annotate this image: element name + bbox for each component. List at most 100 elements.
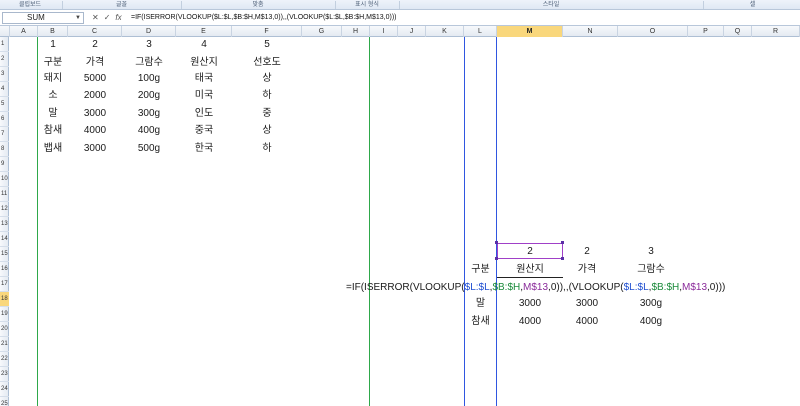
cell[interactable]: 3000 (68, 141, 122, 156)
column-header-d[interactable]: D (122, 26, 176, 37)
cell[interactable]: 5000 (68, 71, 122, 86)
row-header[interactable]: 15 (0, 247, 9, 262)
cell[interactable]: 300g (618, 296, 684, 311)
cell[interactable]: 상 (232, 71, 302, 86)
column-header-f[interactable]: F (232, 26, 302, 37)
row-header[interactable]: 17 (0, 277, 9, 292)
cell[interactable]: 중 (232, 106, 302, 121)
column-header-m[interactable]: M (497, 26, 563, 37)
cell[interactable]: 말 (38, 106, 68, 121)
cell[interactable]: 4000 (563, 314, 611, 329)
in-cell-formula-editor[interactable]: =IF(ISERROR(VLOOKUP($L:$L,$B:$H,M$13,0))… (346, 280, 725, 295)
cell[interactable]: 3 (122, 37, 176, 52)
cell[interactable]: 3 (618, 244, 684, 259)
cell[interactable]: 원산지 (497, 262, 563, 277)
column-header-b[interactable]: B (38, 26, 68, 37)
column-header-a[interactable]: A (10, 26, 38, 37)
column-header-corner[interactable] (0, 26, 10, 37)
row-header[interactable]: 7 (0, 127, 9, 142)
column-header-i[interactable]: I (370, 26, 398, 37)
row-header[interactable]: 9 (0, 157, 9, 172)
cell[interactable]: 2000 (68, 88, 122, 103)
ribbon-group-font[interactable]: 글꼴 (64, 0, 179, 10)
cell[interactable]: 미국 (176, 88, 232, 103)
cell[interactable]: 뱁새 (38, 141, 68, 156)
cell[interactable]: 참새 (38, 123, 68, 138)
column-header-c[interactable]: C (68, 26, 122, 37)
cell[interactable]: 1 (38, 37, 68, 52)
column-header-l[interactable]: L (464, 26, 497, 37)
cell[interactable]: 소 (38, 88, 68, 103)
cell[interactable]: 2 (497, 244, 563, 259)
cell[interactable]: 4000 (497, 314, 563, 329)
chevron-down-icon[interactable]: ▼ (75, 13, 81, 23)
ribbon-group-alignment[interactable]: 맞춤 (183, 0, 333, 10)
row-header[interactable]: 3 (0, 67, 9, 82)
row-header-selected[interactable]: 18 (0, 292, 9, 307)
cell[interactable]: 한국 (176, 141, 232, 156)
column-header-o[interactable]: O (618, 26, 688, 37)
row-header[interactable]: 25 (0, 397, 9, 406)
column-header-p[interactable]: P (688, 26, 724, 37)
cell[interactable]: 원산지 (176, 55, 232, 70)
ribbon-group-cells[interactable]: 셀 (705, 0, 800, 10)
column-header-q[interactable]: Q (724, 26, 752, 37)
cell[interactable]: 구분 (464, 262, 497, 277)
cell[interactable]: 그람수 (122, 55, 176, 70)
cell[interactable]: 500g (122, 141, 176, 156)
cell[interactable]: 200g (122, 88, 176, 103)
enter-icon[interactable]: ✓ (104, 12, 111, 24)
row-header[interactable]: 16 (0, 262, 9, 277)
cell[interactable]: 구분 (38, 55, 68, 70)
cell[interactable]: 100g (122, 71, 176, 86)
cell[interactable]: 하 (232, 141, 302, 156)
row-header[interactable]: 13 (0, 217, 9, 232)
cell[interactable]: 2 (563, 244, 611, 259)
insert-function-icon[interactable]: fx (115, 12, 121, 24)
cell[interactable]: 3000 (68, 106, 122, 121)
row-header[interactable]: 11 (0, 187, 9, 202)
row-header[interactable]: 12 (0, 202, 9, 217)
cell[interactable]: 인도 (176, 106, 232, 121)
name-box[interactable]: SUM ▼ (2, 12, 84, 24)
row-header[interactable]: 4 (0, 82, 9, 97)
row-header[interactable]: 22 (0, 352, 9, 367)
ribbon-group-number[interactable]: 표시 형식 (337, 0, 397, 10)
row-header[interactable]: 21 (0, 337, 9, 352)
cell[interactable]: 5 (232, 37, 302, 52)
cancel-icon[interactable]: ✕ (92, 12, 99, 24)
cell[interactable]: 3000 (563, 296, 611, 311)
formula-input[interactable]: =IF(ISERROR(VLOOKUP($L:$L,$B:$H,M$13,0))… (131, 12, 397, 24)
row-header[interactable]: 19 (0, 307, 9, 322)
column-header-h[interactable]: H (342, 26, 370, 37)
column-header-g[interactable]: G (302, 26, 342, 37)
cell[interactable]: 중국 (176, 123, 232, 138)
cell[interactable]: 4000 (68, 123, 122, 138)
cell[interactable]: 참새 (464, 314, 497, 329)
column-header-k[interactable]: K (426, 26, 464, 37)
cell[interactable]: 400g (122, 123, 176, 138)
cell[interactable]: 말 (464, 296, 497, 311)
column-header-j[interactable]: J (398, 26, 426, 37)
row-header[interactable]: 5 (0, 97, 9, 112)
column-header-n[interactable]: N (563, 26, 618, 37)
row-header[interactable]: 24 (0, 382, 9, 397)
row-header[interactable]: 20 (0, 322, 9, 337)
row-header[interactable]: 6 (0, 112, 9, 127)
cell[interactable]: 400g (618, 314, 684, 329)
cell[interactable]: 가격 (563, 262, 611, 277)
cell[interactable]: 돼지 (38, 71, 68, 86)
row-header[interactable]: 8 (0, 142, 9, 157)
cell[interactable]: 300g (122, 106, 176, 121)
cell[interactable]: 4 (176, 37, 232, 52)
cell[interactable]: 가격 (68, 55, 122, 70)
row-header[interactable]: 10 (0, 172, 9, 187)
row-header[interactable]: 1 (0, 37, 9, 52)
ribbon-group-styles[interactable]: 스타일 (401, 0, 701, 10)
cell[interactable]: 그람수 (618, 262, 684, 277)
row-header[interactable]: 23 (0, 367, 9, 382)
cell[interactable]: 선호도 (232, 55, 302, 70)
column-header-r[interactable]: R (752, 26, 800, 37)
column-header-e[interactable]: E (176, 26, 232, 37)
cell[interactable]: 2 (68, 37, 122, 52)
